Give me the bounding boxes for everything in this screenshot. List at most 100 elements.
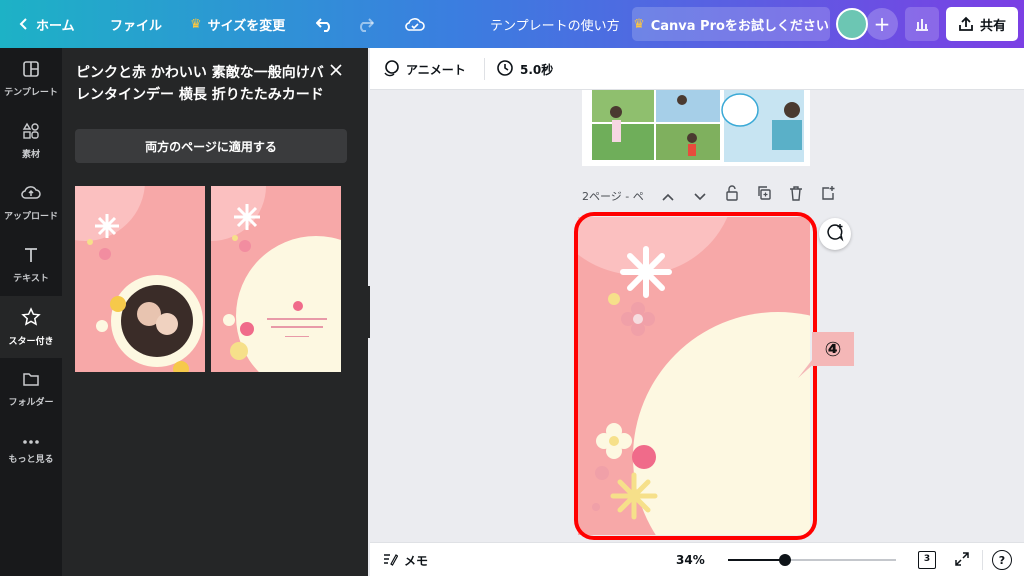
resize-button[interactable]: ♛ サイズを変更 <box>190 0 285 48</box>
help-button[interactable]: ? <box>992 543 1012 576</box>
share-label: 共有 <box>979 18 1006 34</box>
apply-both-pages-button[interactable]: 両方のページに適用する <box>75 129 347 163</box>
bottom-divider <box>982 550 983 570</box>
page-grid-button[interactable]: 3 <box>918 543 936 576</box>
rail-item-more[interactable]: もっと見る <box>0 420 62 482</box>
upload-icon <box>958 16 974 32</box>
avatar[interactable] <box>836 8 868 40</box>
animate-icon <box>382 59 400 80</box>
share-button[interactable]: 共有 <box>946 7 1018 41</box>
rail-item-elements[interactable]: 素材 <box>0 110 62 172</box>
rail-item-starred[interactable]: スター付き <box>0 296 62 358</box>
insights-button[interactable] <box>905 7 939 41</box>
duration-button[interactable]: 5.0秒 <box>496 48 553 90</box>
toolbar-divider <box>484 58 485 80</box>
template-page-preview-1 <box>75 186 205 372</box>
move-page-down-button[interactable] <box>690 186 710 204</box>
animate-label: アニメート <box>406 62 466 77</box>
crown-icon: ♛ <box>190 16 202 32</box>
fullscreen-button[interactable] <box>954 543 970 576</box>
help-icon: ? <box>992 550 1012 570</box>
lock-page-button[interactable] <box>722 185 742 205</box>
home-label: ホーム <box>36 18 75 34</box>
save-status[interactable] <box>404 0 426 48</box>
trash-icon <box>789 185 803 205</box>
chevron-down-icon <box>694 186 706 205</box>
duplicate-page-button[interactable] <box>754 186 774 204</box>
resize-label: サイズを変更 <box>207 18 286 34</box>
redo-icon <box>356 16 374 32</box>
chevron-left-icon <box>18 17 30 31</box>
apply-both-pages-label: 両方のページに適用する <box>145 139 277 154</box>
top-bar: ホーム ファイル ♛ サイズを変更 テンプレートの使い方 ♛ Canva Pro… <box>0 0 1024 48</box>
help-label: ? <box>998 553 1006 567</box>
animate-button[interactable]: アニメート <box>382 48 466 90</box>
notes-icon <box>382 551 399 570</box>
chevron-up-icon <box>662 186 674 205</box>
document-title-text: テンプレートの使い方 <box>490 18 620 34</box>
add-collaborator-button[interactable]: + <box>866 8 898 40</box>
move-page-up-button[interactable] <box>658 186 678 204</box>
zoom-slider[interactable] <box>728 554 896 566</box>
zoom-slider-handle[interactable] <box>779 554 791 566</box>
page-1-photo-collage <box>582 90 810 166</box>
home-button[interactable]: ホーム <box>18 0 75 48</box>
zoom-percentage[interactable]: 34% <box>676 543 705 576</box>
close-button[interactable] <box>328 62 348 82</box>
redo-button[interactable] <box>356 0 374 48</box>
file-label: ファイル <box>110 18 163 34</box>
template-page-thumbnail[interactable] <box>211 186 341 372</box>
canva-pro-label: Canva Proをお試しください <box>650 18 829 34</box>
page-label[interactable]: 2ページ - ペ <box>582 188 644 204</box>
add-comment-button[interactable] <box>819 218 851 250</box>
selection-highlight <box>574 212 817 540</box>
canva-pro-button[interactable]: ♛ Canva Proをお試しください <box>632 7 830 41</box>
expand-icon <box>954 551 970 570</box>
canvas-area: 2ページ - ペ ④ <box>370 90 1024 542</box>
plus-icon: + <box>873 12 891 36</box>
notes-button[interactable]: メモ <box>382 543 428 576</box>
folder-icon <box>22 370 40 391</box>
rail-item-templates[interactable]: テンプレート <box>0 48 62 110</box>
rail-item-folders[interactable]: フォルダー <box>0 358 62 420</box>
page-1[interactable] <box>582 90 810 166</box>
shapes-icon <box>22 122 40 143</box>
bottom-bar: メモ 34% 3 ? <box>370 542 1024 576</box>
rail-item-label: アップロード <box>3 212 58 222</box>
comment-add-icon <box>825 222 845 246</box>
zoom-slider-fill <box>728 559 785 561</box>
cloud-check-icon <box>404 16 426 32</box>
rail-item-label: スター付き <box>8 337 54 347</box>
crown-icon: ♛ <box>633 16 645 32</box>
undo-icon <box>316 16 334 32</box>
clock-icon <box>496 59 514 80</box>
zoom-label: 34% <box>676 553 705 567</box>
rail-item-label: フォルダー <box>8 398 54 408</box>
add-page-button[interactable] <box>818 186 838 204</box>
pages-icon: 3 <box>918 551 936 569</box>
cloud-upload-icon <box>21 184 41 205</box>
rail-item-text[interactable]: テキスト <box>0 234 62 296</box>
delete-page-button[interactable] <box>786 186 806 204</box>
page-count: 3 <box>923 554 931 564</box>
template-page-thumbnail[interactable] <box>75 186 205 372</box>
document-title[interactable]: テンプレートの使い方 <box>490 0 620 48</box>
annotation-callout: ④ <box>812 332 854 366</box>
file-menu[interactable]: ファイル <box>110 0 162 48</box>
template-panel: ピンクと赤 かわいい 素敵な一般向けバレンタインデー 横長 折りたたみカード 両… <box>62 48 368 576</box>
rail-item-label: 素材 <box>21 150 40 160</box>
panel-title: ピンクと赤 かわいい 素敵な一般向けバレンタインデー 横長 折りたたみカード <box>76 65 324 103</box>
template-page-preview-2 <box>211 186 341 372</box>
layout-icon <box>22 60 40 81</box>
duplicate-icon <box>756 185 772 205</box>
undo-button[interactable] <box>316 0 334 48</box>
bar-chart-icon <box>914 16 930 32</box>
notes-label: メモ <box>404 553 429 568</box>
editor-toolbar: アニメート 5.0秒 <box>370 48 1024 90</box>
rail-item-label: テンプレート <box>4 88 58 98</box>
more-icon <box>22 438 40 448</box>
rail-item-uploads[interactable]: アップロード <box>0 172 62 234</box>
lock-icon <box>725 185 739 205</box>
add-page-icon <box>820 185 836 205</box>
duration-label: 5.0秒 <box>520 62 554 77</box>
